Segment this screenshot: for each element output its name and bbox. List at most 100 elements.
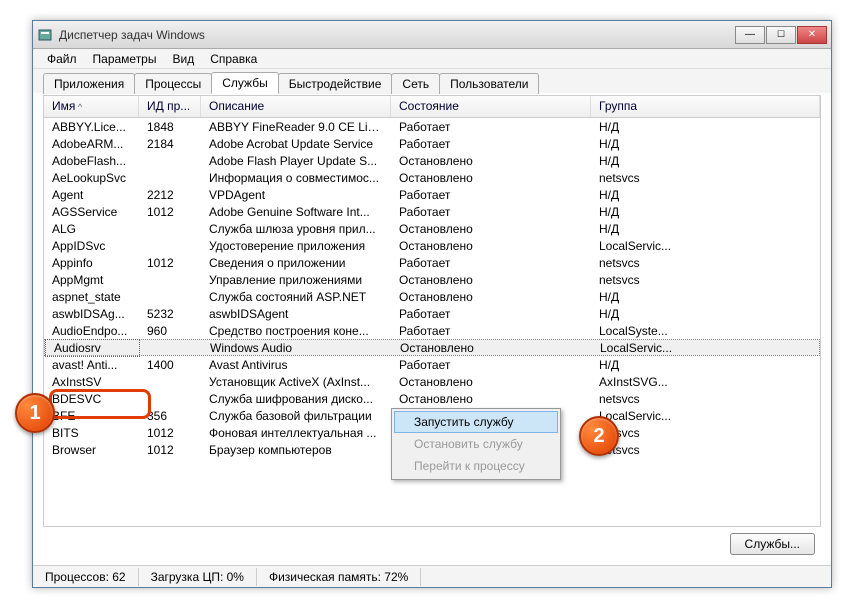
context-goto-process[interactable]: Перейти к процессу (394, 455, 558, 477)
cell-name: AdobeFlash... (44, 153, 139, 169)
maximize-button[interactable] (766, 26, 796, 44)
listview-header: Имя ИД пр... Описание Состояние Группа (44, 96, 820, 118)
table-row[interactable]: Appinfo1012Сведения о приложенииРаботает… (44, 254, 820, 271)
cell-desc: Adobe Acrobat Update Service (201, 136, 391, 152)
cell-state: Работает (391, 306, 591, 322)
cell-state: Работает (391, 323, 591, 339)
menu-help[interactable]: Справка (202, 50, 265, 68)
tab-network[interactable]: Сеть (391, 73, 440, 94)
cell-pid (139, 245, 201, 247)
cell-pid: 1012 (139, 255, 201, 271)
table-row[interactable]: Agent2212VPDAgentРаботаетН/Д (44, 186, 820, 203)
cell-group: netsvcs (591, 425, 820, 441)
cell-state: Работает (391, 119, 591, 135)
task-manager-window: Диспетчер задач Windows Файл Параметры В… (32, 20, 832, 588)
services-button[interactable]: Службы... (730, 533, 815, 555)
cell-group: netsvcs (591, 391, 820, 407)
cell-pid (139, 398, 201, 400)
table-row[interactable]: aspnet_state Служба состояний ASP.NETОста… (44, 288, 820, 305)
cell-desc: Служба базовой фильтрации (201, 408, 391, 424)
table-row[interactable]: AudioEndpo...960Средство построения коне… (44, 322, 820, 339)
cell-pid (139, 296, 201, 298)
cell-desc: Средство построения коне... (201, 323, 391, 339)
column-name[interactable]: Имя (44, 96, 139, 117)
cell-group: LocalServic... (592, 340, 819, 356)
cell-desc: ABBYY FineReader 9.0 CE Lic... (201, 119, 391, 135)
cell-desc: Служба состояний ASP.NET (201, 289, 391, 305)
table-row[interactable]: AudiosrvWindows AudioОстановленоLocalSer… (44, 339, 820, 356)
cell-group: Н/Д (591, 289, 820, 305)
table-row[interactable]: AGSService1012Adobe Genuine Software Int… (44, 203, 820, 220)
column-description[interactable]: Описание (201, 96, 391, 117)
cell-group: netsvcs (591, 442, 820, 458)
cell-desc: aswbIDSAgent (201, 306, 391, 322)
cell-pid: 2212 (139, 187, 201, 203)
table-row[interactable]: ALGСлужба шлюза уровня прил...Остановлен… (44, 220, 820, 237)
table-row[interactable]: BDESVCСлужба шифрования диско...Остановл… (44, 390, 820, 407)
cell-group: Н/Д (591, 306, 820, 322)
cell-name: aspnet_state (44, 289, 139, 305)
cell-desc: Windows Audio (202, 340, 392, 356)
cell-desc: Фоновая интеллектуальная ... (201, 425, 391, 441)
cell-state: Остановлено (391, 289, 591, 305)
cell-group: LocalServic... (591, 408, 820, 424)
tab-users[interactable]: Пользователи (439, 73, 539, 94)
cell-name: BDESVC (44, 391, 139, 407)
cell-pid: 1012 (139, 204, 201, 220)
table-row[interactable]: ABBYY.Lice...1848ABBYY FineReader 9.0 CE… (44, 118, 820, 135)
status-processes: Процессов: 62 (33, 568, 139, 586)
context-start-service[interactable]: Запустить службу (394, 411, 558, 433)
cell-desc: Сведения о приложении (201, 255, 391, 271)
cell-group: Н/Д (591, 153, 820, 169)
window-title: Диспетчер задач Windows (59, 28, 735, 42)
callout-2: 2 (579, 416, 619, 456)
cell-name: Audiosrv (45, 339, 140, 357)
cell-state: Остановлено (391, 170, 591, 186)
cell-name: aswbIDSAg... (44, 306, 139, 322)
tab-performance[interactable]: Быстродействие (278, 73, 393, 94)
cell-state: Остановлено (391, 272, 591, 288)
menu-view[interactable]: Вид (164, 50, 202, 68)
callout-1: 1 (15, 393, 55, 433)
column-group[interactable]: Группа (591, 96, 820, 117)
table-row[interactable]: AxInstSVУстановщик ActiveX (AxInst...Ост… (44, 373, 820, 390)
cell-name: ABBYY.Lice... (44, 119, 139, 135)
cell-pid: 1400 (139, 357, 201, 373)
cell-desc: VPDAgent (201, 187, 391, 203)
column-state[interactable]: Состояние (391, 96, 591, 117)
context-stop-service[interactable]: Остановить службу (394, 433, 558, 455)
tab-applications[interactable]: Приложения (43, 73, 135, 94)
cell-pid (139, 228, 201, 230)
tab-services[interactable]: Службы (211, 72, 278, 94)
titlebar[interactable]: Диспетчер задач Windows (33, 21, 831, 49)
table-row[interactable]: AppMgmtУправление приложениямиОстановлен… (44, 271, 820, 288)
status-memory: Физическая память: 72% (257, 568, 421, 586)
cell-group: AxInstSVG... (591, 374, 820, 390)
cell-name: avast! Anti... (44, 357, 139, 373)
table-row[interactable]: AeLookupSvcИнформация о совместимос...Ос… (44, 169, 820, 186)
cell-state: Остановлено (391, 238, 591, 254)
cell-name: BFE (44, 408, 139, 424)
menu-options[interactable]: Параметры (85, 50, 165, 68)
table-row[interactable]: avast! Anti...1400Avast AntivirusРаботае… (44, 356, 820, 373)
cell-name: AxInstSV (44, 374, 139, 390)
tab-processes[interactable]: Процессы (134, 73, 212, 94)
cell-group: Н/Д (591, 119, 820, 135)
minimize-button[interactable] (735, 26, 765, 44)
table-row[interactable]: AdobeARM...2184Adobe Acrobat Update Serv… (44, 135, 820, 152)
cell-state: Остановлено (391, 391, 591, 407)
table-row[interactable]: aswbIDSAg...5232aswbIDSAgentРаботаетН/Д (44, 305, 820, 322)
cell-group: Н/Д (591, 357, 820, 373)
table-row[interactable]: AdobeFlash...Adobe Flash Player Update S… (44, 152, 820, 169)
cell-desc: Управление приложениями (201, 272, 391, 288)
menu-file[interactable]: Файл (39, 50, 85, 68)
cell-name: AdobeARM... (44, 136, 139, 152)
cell-pid: 1848 (139, 119, 201, 135)
close-button[interactable] (797, 26, 827, 44)
cell-name: Agent (44, 187, 139, 203)
cell-group: Н/Д (591, 136, 820, 152)
cell-state: Работает (391, 136, 591, 152)
cell-pid: 356 (139, 408, 201, 424)
column-pid[interactable]: ИД пр... (139, 96, 201, 117)
table-row[interactable]: AppIDSvcУдостоверение приложенияОстановл… (44, 237, 820, 254)
